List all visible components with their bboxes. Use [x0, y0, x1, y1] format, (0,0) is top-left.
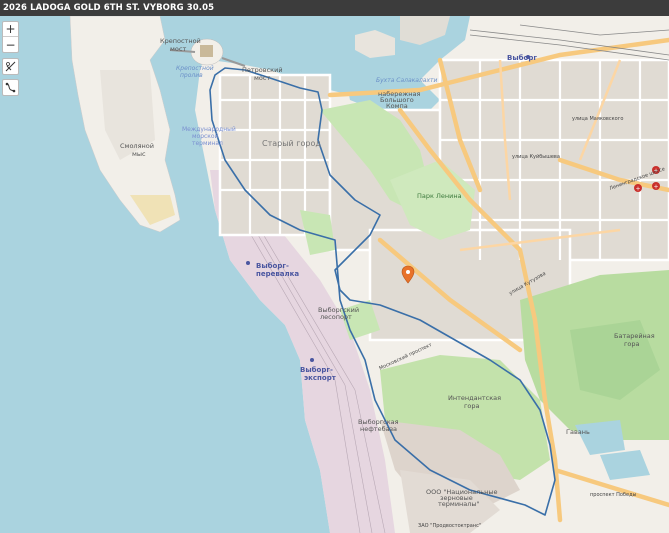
- svg-text:Крепостнойпролив: Крепостной пролив: [176, 65, 214, 79]
- svg-text:Международныйморскойтерминал: Международный морской терминал: [182, 126, 236, 147]
- svg-text:проспект Победы: проспект Победы: [590, 492, 637, 498]
- label-krepostnoy-most: Крепостной: [160, 37, 201, 45]
- route-button[interactable]: [3, 80, 18, 95]
- svg-text:Петровскиймост: Петровский мост: [242, 66, 283, 82]
- svg-text:Интендантскаягора: Интендантская гора: [448, 394, 501, 410]
- map-labels: Крепостной мост Петровский мост Крепостной…: [120, 37, 666, 529]
- svg-text:Смоляноймыс: Смоляной мыс: [120, 142, 154, 158]
- route-control: [2, 79, 19, 96]
- svg-text:Выборг-экспорт: Выборг-экспорт: [300, 366, 337, 382]
- measure-icon: [5, 61, 16, 72]
- svg-text:Выборгскаянефтебаза: Выборгская нефтебаза: [358, 418, 399, 433]
- svg-text:ООО "Национальныезерновыетерми: ООО "Национальные зерновые терминалы": [426, 488, 498, 508]
- svg-text:улица Куйбышева: улица Куйбышева: [512, 153, 560, 160]
- svg-text:Выборг-перевалка: Выборг-перевалка: [256, 262, 299, 278]
- label-salakalahti: Бухта Салакалахти: [376, 77, 438, 84]
- svg-text:улица Кутузова: улица Кутузова: [508, 271, 547, 297]
- map-canvas[interactable]: + + + Крепостной мост Петровский мост Креп…: [0, 16, 669, 533]
- svg-text:Батарейнаягора: Батарейная гора: [614, 332, 655, 348]
- svg-text:Ленинградское шоссе: Ленинградское шоссе: [609, 166, 666, 192]
- zoom-control: + −: [2, 21, 19, 53]
- label-zao: ЗАО "Продвостоктранс": [418, 523, 481, 529]
- svg-text:набережнаяБольшогоКомпа: набережная Большого Компа: [378, 90, 420, 110]
- label-stary-gorod: Старый город: [262, 139, 321, 148]
- map-title: 2026 LADOGA GOLD 6TH ST. VYBORG 30.05: [0, 0, 669, 16]
- svg-text:Крепостноймост: Крепостной мост: [160, 37, 201, 53]
- svg-text:Московский проспект: Московский проспект: [378, 341, 433, 372]
- measure-control: [2, 58, 19, 75]
- zoom-out-button[interactable]: −: [3, 37, 18, 52]
- route-icon: [5, 82, 16, 93]
- label-vyborg: Выборг: [507, 54, 537, 62]
- svg-text:улица Маяковского: улица Маяковского: [572, 116, 623, 122]
- svg-text:Выборгскийлесопорт: Выборгский лесопорт: [318, 306, 359, 321]
- svg-text:Гавань: Гавань: [566, 428, 590, 436]
- zoom-in-button[interactable]: +: [3, 22, 18, 37]
- measure-button[interactable]: [3, 59, 18, 74]
- label-park-lenina: Парк Ленина: [417, 192, 462, 200]
